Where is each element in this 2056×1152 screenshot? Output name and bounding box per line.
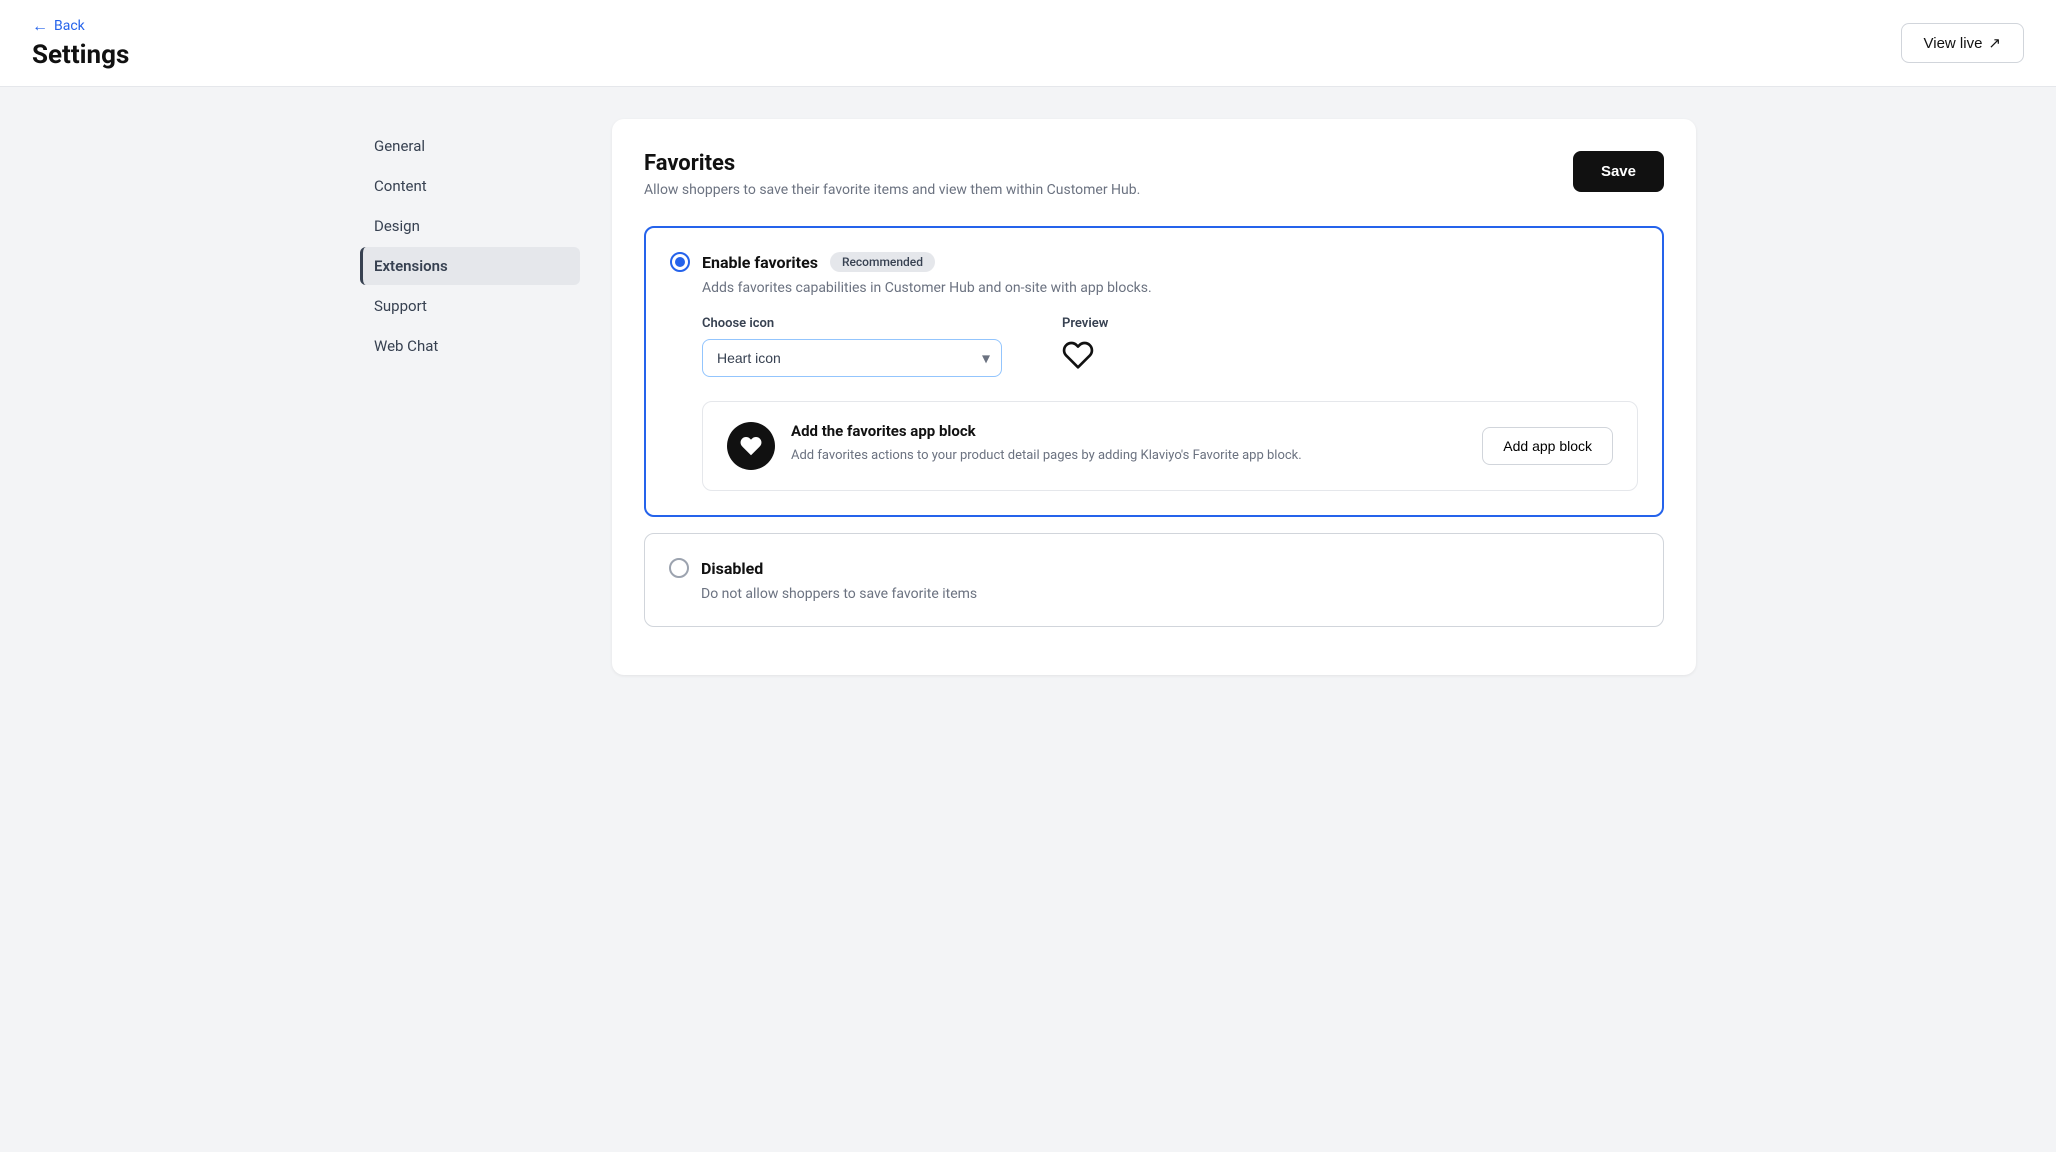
add-app-block-button[interactable]: Add app block <box>1482 427 1613 465</box>
top-bar-left: ← Back Settings <box>32 16 129 70</box>
sidebar-item-extensions[interactable]: Extensions <box>360 247 580 285</box>
app-block-heart-icon <box>727 422 775 470</box>
enable-favorites-desc: Adds favorites capabilities in Customer … <box>702 280 1638 296</box>
icon-select-wrapper: Heart icon Star icon Bookmark icon ▾ <box>702 339 1002 377</box>
card-title-block: Favorites Allow shoppers to save their f… <box>644 151 1140 198</box>
card-header: Favorites Allow shoppers to save their f… <box>644 151 1664 198</box>
preview-label: Preview <box>1062 316 1108 331</box>
back-label: Back <box>54 18 85 34</box>
save-button[interactable]: Save <box>1573 151 1664 192</box>
top-bar: ← Back Settings View live ↗ <box>0 0 2056 87</box>
icon-chooser: Choose icon Heart icon Star icon Bookmar… <box>702 316 1002 377</box>
sidebar: General Content Design Extensions Suppor… <box>360 119 580 675</box>
app-block-card: Add the favorites app block Add favorite… <box>702 401 1638 491</box>
app-block-desc: Add favorites actions to your product de… <box>791 446 1466 466</box>
main-layout: General Content Design Extensions Suppor… <box>328 87 1728 707</box>
disabled-radio[interactable] <box>669 558 689 578</box>
back-link[interactable]: ← Back <box>32 16 129 36</box>
card-subtitle: Allow shoppers to save their favorite it… <box>644 182 1140 198</box>
settings-card: Favorites Allow shoppers to save their f… <box>612 119 1696 675</box>
sidebar-item-design[interactable]: Design <box>360 207 580 245</box>
choose-icon-label: Choose icon <box>702 316 1002 331</box>
sidebar-item-webchat[interactable]: Web Chat <box>360 327 580 365</box>
disabled-title: Disabled <box>701 559 763 578</box>
enable-favorites-title: Enable favorites <box>702 253 818 272</box>
heart-preview-icon <box>1062 339 1108 376</box>
sidebar-item-content[interactable]: Content <box>360 167 580 205</box>
icon-preview-row: Choose icon Heart icon Star icon Bookmar… <box>702 316 1638 377</box>
disabled-desc: Do not allow shoppers to save favorite i… <box>701 586 1639 602</box>
icon-select[interactable]: Heart icon Star icon Bookmark icon <box>702 339 1002 377</box>
app-block-title: Add the favorites app block <box>791 422 1466 440</box>
enable-favorites-option: Enable favorites Recommended Adds favori… <box>644 226 1664 517</box>
view-live-button[interactable]: View live ↗ <box>1901 23 2025 63</box>
disabled-option: Disabled Do not allow shoppers to save f… <box>644 533 1664 627</box>
enable-favorites-radio[interactable] <box>670 252 690 272</box>
preview-section: Preview <box>1062 316 1108 376</box>
content-area: Favorites Allow shoppers to save their f… <box>580 119 1696 675</box>
external-link-icon: ↗ <box>1988 34 2001 52</box>
page-title: Settings <box>32 40 129 70</box>
disabled-option-header: Disabled <box>669 558 1639 578</box>
sidebar-item-support[interactable]: Support <box>360 287 580 325</box>
card-title: Favorites <box>644 151 1140 176</box>
back-arrow-icon: ← <box>32 16 48 36</box>
view-live-label: View live <box>1924 35 1983 52</box>
sidebar-item-general[interactable]: General <box>360 127 580 165</box>
recommended-badge: Recommended <box>830 252 935 272</box>
enable-favorites-header: Enable favorites Recommended <box>670 252 1638 272</box>
app-block-info: Add the favorites app block Add favorite… <box>791 422 1466 466</box>
